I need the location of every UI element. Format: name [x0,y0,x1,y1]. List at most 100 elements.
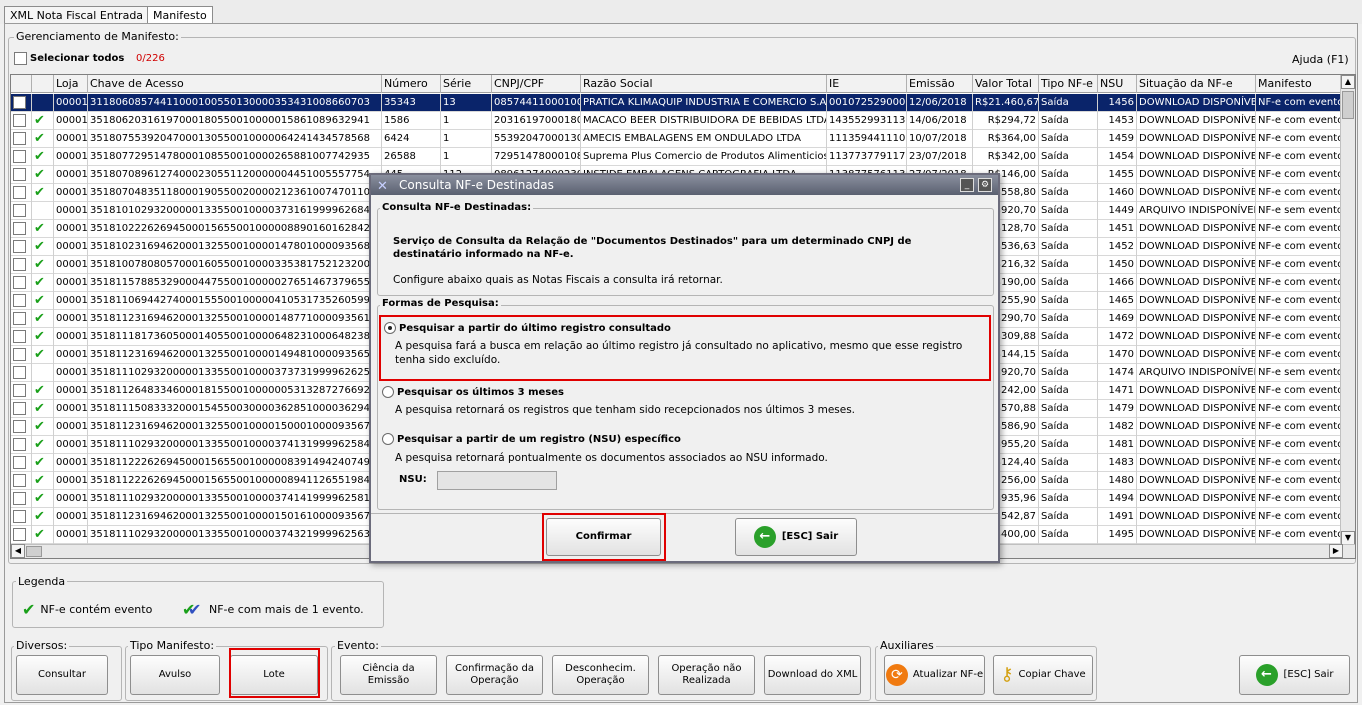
settings-icon[interactable]: ⚙ [978,178,992,192]
row-select-cell[interactable] [11,364,32,382]
row-checkbox[interactable] [13,510,26,523]
row-checkbox[interactable] [13,258,26,271]
row-checkbox[interactable] [13,276,26,289]
row-checkbox[interactable] [13,474,26,487]
header-razao[interactable]: Razão Social [581,75,827,93]
option-last-3-months-radio[interactable] [382,386,394,398]
hscroll-thumb[interactable] [26,546,42,557]
row-checkbox[interactable] [13,456,26,469]
header-emissao[interactable]: Emissão [907,75,973,93]
row-select-cell[interactable] [11,454,32,472]
scroll-thumb[interactable] [1342,91,1354,119]
select-all-checkbox[interactable] [14,52,27,65]
row-select-cell[interactable] [11,436,32,454]
row-select-cell[interactable] [11,148,32,166]
row-checkbox[interactable] [13,294,26,307]
row-select-cell[interactable] [11,382,32,400]
row-checkbox[interactable] [13,186,26,199]
row-select-cell[interactable] [11,202,32,220]
row-select-cell[interactable] [11,346,32,364]
header-situacao[interactable]: Situação da NF-e [1137,75,1256,93]
row-select-cell[interactable] [11,400,32,418]
option-specific-nsu-radio[interactable] [382,433,394,445]
atualizar-nfe-button[interactable]: ⟳ Atualizar NF-e [884,655,985,695]
scroll-down-icon[interactable]: ▼ [1341,531,1355,545]
download-xml-button[interactable]: Download do XML [764,655,861,695]
dialog-titlebar[interactable]: ✕ Consulta NF-e Destinadas _ ⚙ [371,175,998,195]
option-last-3-months[interactable]: Pesquisar os últimos 3 meses [382,386,564,398]
row-select-cell[interactable] [11,94,32,112]
select-all[interactable]: Selecionar todos [14,52,124,65]
row-select-cell[interactable] [11,112,32,130]
row-select-cell[interactable] [11,274,32,292]
scroll-right-icon[interactable]: ▶ [1329,544,1343,558]
ciencia-emissao-button[interactable]: Ciência da Emissão [340,655,437,695]
avulso-button[interactable]: Avulso [130,655,220,695]
header-cnpj[interactable]: CNPJ/CPF [492,75,581,93]
copiar-chave-button[interactable]: ⚷ Copiar Chave [993,655,1093,695]
row-select-cell[interactable] [11,526,32,544]
confirmacao-operacao-button[interactable]: Confirmação da Operação [446,655,543,695]
row-checkbox[interactable] [13,240,26,253]
header-serie[interactable]: Série [441,75,492,93]
header-valor[interactable]: Valor Total [973,75,1039,93]
row-select-cell[interactable] [11,508,32,526]
header-tipo[interactable]: Tipo NF-e [1039,75,1098,93]
header-manifesto[interactable]: Manifesto [1256,75,1341,93]
header-loja[interactable]: Loja [54,75,88,93]
row-select-cell[interactable] [11,220,32,238]
grid-vertical-scrollbar[interactable]: ▲ ▼ [1340,75,1355,545]
row-select-cell[interactable] [11,472,32,490]
row-checkbox[interactable] [13,114,26,127]
header-chave[interactable]: Chave de Acesso [88,75,382,93]
row-checkbox[interactable] [13,420,26,433]
row-select-cell[interactable] [11,490,32,508]
scroll-left-icon[interactable]: ◀ [11,544,25,558]
row-checkbox[interactable] [13,492,26,505]
tab-xml-nota-fiscal-entrada[interactable]: XML Nota Fiscal Entrada [4,6,150,24]
minimize-icon[interactable]: _ [960,178,974,192]
header-check-col[interactable] [11,75,32,93]
row-select-cell[interactable] [11,184,32,202]
table-row[interactable]: ✔ 00001 3518075539204700013055001000006424… [11,130,1341,148]
scroll-up-icon[interactable]: ▲ [1341,75,1355,89]
row-checkbox[interactable] [13,402,26,415]
row-checkbox[interactable] [13,312,26,325]
table-row[interactable]: ✔ 00001 3518062031619700018055001000001586… [11,112,1341,130]
row-checkbox[interactable] [13,132,26,145]
header-nsu[interactable]: NSU [1098,75,1137,93]
row-checkbox[interactable] [13,96,26,109]
row-checkbox[interactable] [13,204,26,217]
row-select-cell[interactable] [11,328,32,346]
header-status-col[interactable] [32,75,54,93]
row-checkbox[interactable] [13,438,26,451]
row-select-cell[interactable] [11,418,32,436]
consultar-button[interactable]: Consultar [16,655,108,695]
row-checkbox[interactable] [13,150,26,163]
row-checkbox[interactable] [13,366,26,379]
row-select-cell[interactable] [11,238,32,256]
tab-manifesto[interactable]: Manifesto [147,6,213,24]
row-checkbox[interactable] [13,528,26,541]
row-select-cell[interactable] [11,166,32,184]
table-row[interactable]: ✔ 00001 3518077295147800010855001000026588… [11,148,1341,166]
desconhecimento-operacao-button[interactable]: Desconhecim. Operação [552,655,649,695]
row-select-cell[interactable] [11,130,32,148]
row-select-cell[interactable] [11,256,32,274]
row-checkbox[interactable] [13,384,26,397]
row-select-cell[interactable] [11,310,32,328]
nsu-input[interactable] [437,471,557,490]
help-link[interactable]: Ajuda (F1) [1292,53,1349,66]
row-checkbox[interactable] [13,168,26,181]
operacao-nao-realizada-button[interactable]: Operação não Realizada [658,655,755,695]
sair-button[interactable]: ← [ESC] Sair [1239,655,1350,695]
row-checkbox[interactable] [13,222,26,235]
dialog-sair-button[interactable]: ← [ESC] Sair [735,518,857,556]
table-row[interactable]: 00001 31180608574411000100550130000353431… [11,94,1341,112]
row-select-cell[interactable] [11,292,32,310]
header-numero[interactable]: Número [382,75,441,93]
option-specific-nsu[interactable]: Pesquisar a partir de um registro (NSU) … [382,433,681,445]
row-checkbox[interactable] [13,348,26,361]
row-checkbox[interactable] [13,330,26,343]
header-ie[interactable]: IE [827,75,907,93]
